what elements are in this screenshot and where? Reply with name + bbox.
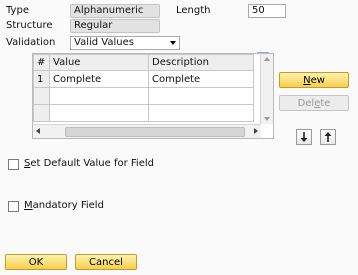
validation-dropdown-value: Valid Values (74, 37, 134, 48)
mandatory-field-checkbox[interactable] (8, 201, 19, 212)
table-row-empty[interactable] (33, 87, 254, 105)
value-cell[interactable]: Complete (49, 70, 149, 88)
vertical-scrollbar[interactable] (260, 54, 273, 124)
arrow-down-icon (300, 132, 308, 142)
move-up-button[interactable] (320, 129, 336, 145)
value-cell-empty[interactable] (49, 104, 149, 122)
mandatory-field-label[interactable]: Mandatory Field (24, 200, 104, 212)
length-input[interactable]: 50 (248, 4, 286, 18)
ok-button[interactable]: OK (5, 254, 67, 270)
table-header-row: # Value Description (33, 54, 254, 71)
set-default-checkbox[interactable] (8, 159, 19, 170)
description-cell-empty[interactable] (148, 104, 254, 122)
validation-label: Validation (6, 37, 56, 48)
row-number: 1 (33, 70, 50, 88)
structure-field: Regular (70, 19, 160, 33)
table-row[interactable]: 1 Complete Complete (33, 70, 254, 88)
scroll-right-icon[interactable] (254, 128, 258, 134)
scroll-up-icon[interactable] (264, 57, 270, 61)
set-default-label[interactable]: Set Default Value for Field (24, 158, 154, 170)
length-label: Length (176, 5, 211, 16)
new-button[interactable]: New (279, 72, 349, 88)
type-label: Type (6, 5, 29, 16)
type-field: Alphanumeric (70, 4, 160, 18)
column-header-description[interactable]: Description (148, 54, 254, 71)
structure-label: Structure (6, 20, 53, 31)
table-row-empty[interactable] (33, 104, 254, 122)
description-cell-empty[interactable] (148, 87, 254, 105)
arrow-up-icon (324, 132, 332, 142)
chevron-down-icon (170, 41, 176, 45)
values-table-grid: # Value Description 1 Complete Complete (33, 54, 254, 122)
row-number-empty (33, 104, 50, 122)
scroll-left-icon[interactable] (36, 128, 40, 134)
delete-button[interactable]: Delete (279, 95, 349, 111)
row-number-empty (33, 87, 50, 105)
valid-values-table: # Value Description 1 Complete Complete (32, 53, 274, 139)
move-down-button[interactable] (296, 129, 312, 145)
value-cell-empty[interactable] (49, 87, 149, 105)
validation-dropdown[interactable]: Valid Values (70, 36, 180, 50)
scrollbar-thumb[interactable] (65, 127, 245, 137)
column-header-number[interactable]: # (33, 54, 50, 71)
description-cell[interactable]: Complete (148, 70, 254, 88)
horizontal-scrollbar[interactable] (33, 124, 261, 138)
cancel-button[interactable]: Cancel (75, 254, 137, 270)
column-header-value[interactable]: Value (49, 54, 149, 71)
scroll-down-icon[interactable] (264, 117, 270, 121)
